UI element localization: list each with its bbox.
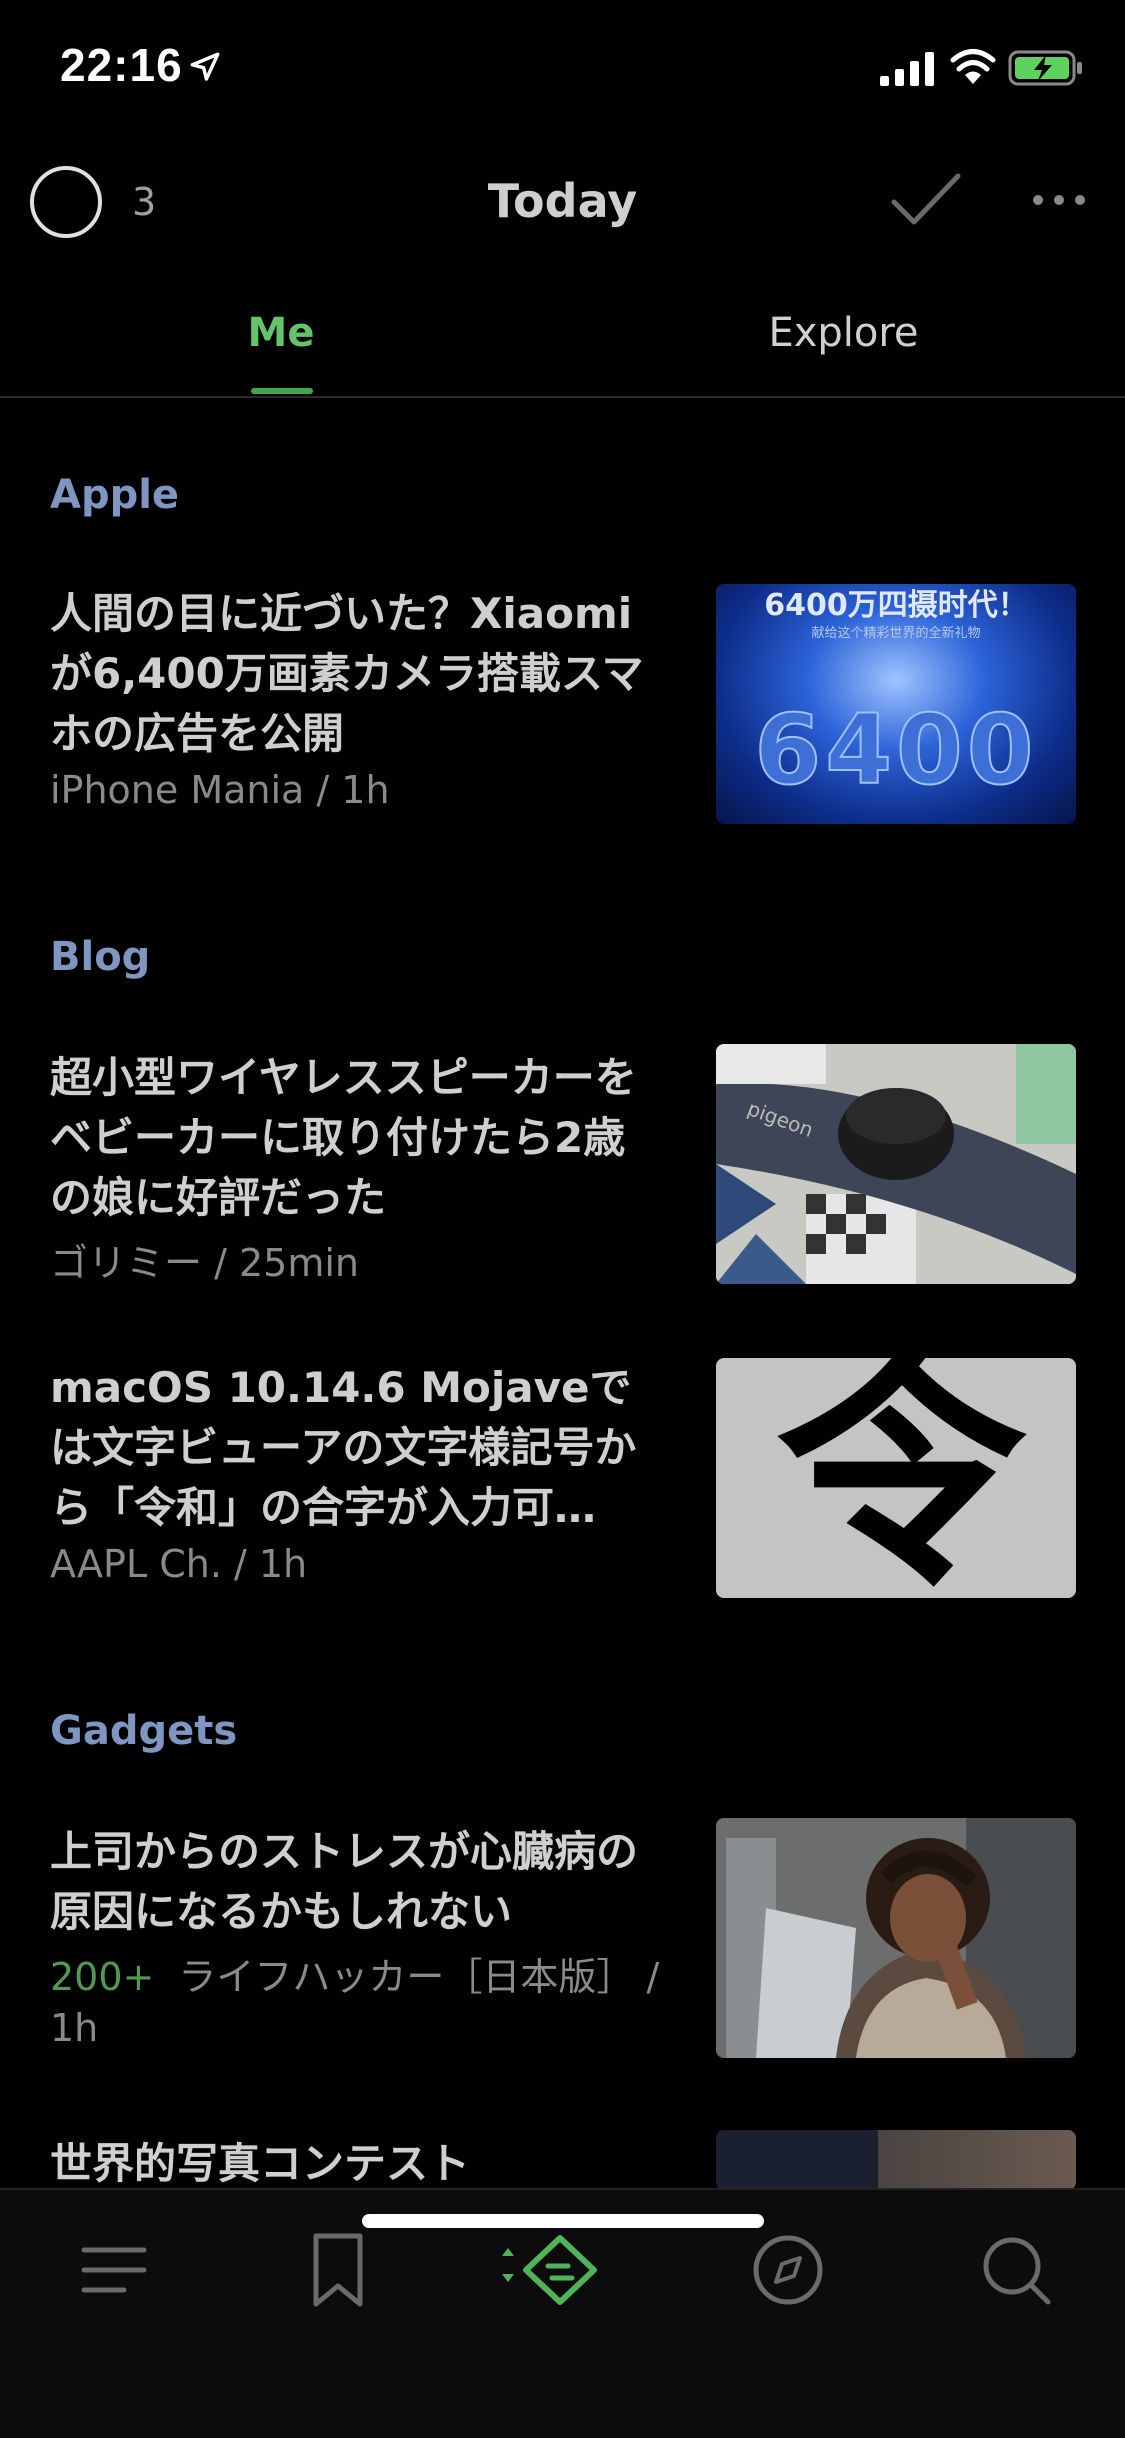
status-time: 22:16: [60, 39, 183, 91]
feed-tabs: Me Explore: [0, 290, 1125, 398]
article-thumbnail[interactable]: pigeon: [716, 1044, 1076, 1284]
menu-icon[interactable]: [76, 2230, 156, 2310]
active-tab-indicator: [251, 388, 313, 394]
article-meta: 200+ ライフハッカー［日本版］ /: [50, 1946, 659, 2001]
tab-explore[interactable]: Explore: [562, 310, 1125, 356]
engagement-count: 200+: [50, 1955, 155, 1999]
article-card[interactable]: 人間の目に近づいた？Xiaomiが6,400万画素カメラ搭載スマホの広告を公開 …: [0, 580, 1125, 840]
battery-charging-icon: [1008, 50, 1082, 86]
more-options-icon[interactable]: [1030, 190, 1088, 210]
thumbnail-number: 6400: [753, 693, 1038, 807]
status-bar: 22:16: [0, 0, 1125, 130]
article-title[interactable]: 上司からのストレスが心臓病の原因になるかもしれない: [50, 1822, 660, 1942]
location-arrow-icon: [190, 52, 220, 81]
section-title-gadgets[interactable]: Gadgets: [50, 1708, 237, 1754]
speaker-photo-illustration: pigeon: [716, 1044, 1076, 1284]
article-title[interactable]: 世界的写真コンテスト: [50, 2134, 660, 2190]
article-title[interactable]: macOS 10.14.6 Mojaveでは文字ビューアの文字様記号から「令和」…: [50, 1358, 660, 1538]
article-meta: ゴリミー / 25min: [50, 1241, 359, 1285]
article-card[interactable]: 上司からのストレスが心臓病の原因になるかもしれない 200+ ライフハッカー［日本…: [0, 1818, 1125, 2078]
home-indicator[interactable]: [362, 2214, 764, 2228]
thumbnail-reiwa-text: 令和: [776, 1358, 1026, 1598]
article-title[interactable]: 超小型ワイヤレススピーカーをベビーカーに取り付けたら2歳の娘に好評だった: [50, 1048, 660, 1228]
thumbnail-subline: 献给这个精彩世界的全新礼物: [811, 626, 981, 641]
article-card[interactable]: 世界的写真コンテスト: [0, 2130, 1125, 2190]
article-card[interactable]: macOS 10.14.6 Mojaveでは文字ビューアの文字様記号から「令和」…: [0, 1358, 1125, 1618]
tab-me[interactable]: Me: [0, 310, 562, 356]
search-icon[interactable]: [976, 2230, 1056, 2310]
app-header: 3 Today: [0, 140, 1125, 260]
article-meta: AAPL Ch. / 1h: [50, 1542, 308, 1586]
thumbnail-headline: 6400万四摄时代！: [764, 588, 1028, 623]
stressed-woman-photo-illustration: [716, 1818, 1076, 2058]
article-thumbnail[interactable]: 6400万四摄时代！ 献给这个精彩世界的全新礼物 6400: [716, 584, 1076, 824]
article-thumbnail[interactable]: 令和: [716, 1358, 1076, 1598]
bookmark-icon[interactable]: [298, 2230, 378, 2310]
section-title-blog[interactable]: Blog: [50, 934, 150, 980]
article-card[interactable]: 超小型ワイヤレススピーカーをベビーカーに取り付けたら2歳の娘に好評だった ゴリミ…: [0, 1044, 1125, 1304]
cellular-signal-icon: [880, 52, 934, 86]
article-title[interactable]: 人間の目に近づいた？Xiaomiが6,400万画素カメラ搭載スマホの広告を公開: [50, 584, 660, 764]
compass-explore-icon[interactable]: [748, 2230, 828, 2310]
section-title-apple[interactable]: Apple: [50, 472, 179, 518]
checkmark-icon[interactable]: [890, 170, 962, 230]
article-thumbnail[interactable]: [716, 2130, 1076, 2190]
wifi-icon: [950, 49, 996, 84]
article-source: ライフハッカー［日本版］ /: [178, 1955, 660, 1999]
article-thumbnail[interactable]: [716, 1818, 1076, 2058]
article-age: 1h: [50, 2006, 99, 2050]
article-meta: iPhone Mania / 1h: [50, 768, 390, 812]
today-feed-icon[interactable]: [496, 2230, 606, 2310]
